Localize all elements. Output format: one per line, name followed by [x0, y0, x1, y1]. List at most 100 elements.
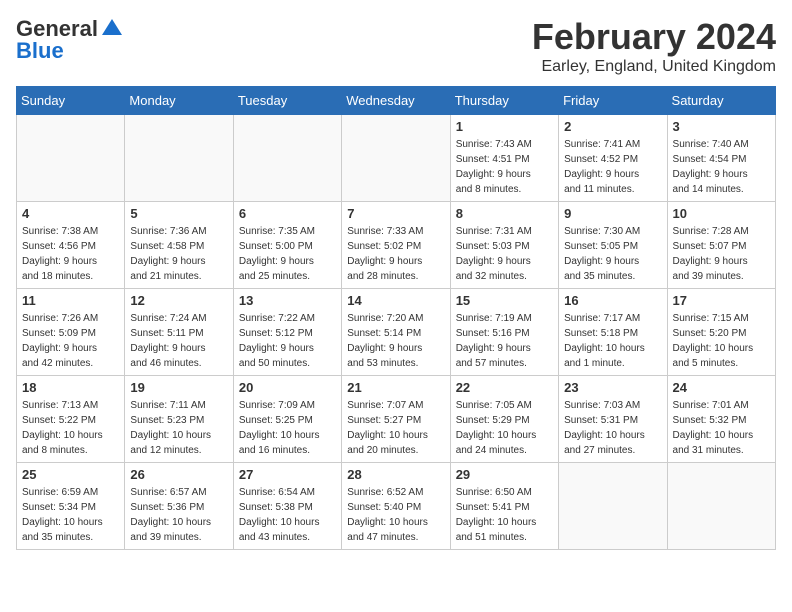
day-number: 19 — [130, 380, 227, 395]
table-row: 10 Sunrise: 7:28 AMSunset: 5:07 PMDayligh… — [667, 202, 775, 289]
day-info: Sunrise: 7:01 AMSunset: 5:32 PMDaylight:… — [673, 398, 770, 458]
day-number: 16 — [564, 293, 661, 308]
month-title: February 2024 — [532, 16, 776, 58]
table-row: 1Sunrise: 7:43 AMSunset: 4:51 PMDaylight… — [450, 115, 558, 202]
col-saturday: Saturday — [667, 87, 775, 115]
table-row: 2 Sunrise: 7:41 AMSunset: 4:52 PMDaylight… — [559, 115, 667, 202]
table-row — [342, 115, 450, 202]
table-row: 20 Sunrise: 7:09 AMSunset: 5:25 PMDayligh… — [233, 376, 341, 463]
table-row: 15 Sunrise: 7:19 AMSunset: 5:16 PMDayligh… — [450, 289, 558, 376]
table-row — [125, 115, 233, 202]
day-number: 7 — [347, 206, 444, 221]
day-info: Sunrise: 7:35 AMSunset: 5:00 PMDaylight:… — [239, 224, 336, 284]
day-number: 24 — [673, 380, 770, 395]
header-row: Sunday Monday Tuesday Wednesday Thursday… — [17, 87, 776, 115]
table-row: 7 Sunrise: 7:33 AMSunset: 5:02 PMDaylight… — [342, 202, 450, 289]
day-info: Sunrise: 7:40 AMSunset: 4:54 PMDaylight:… — [673, 137, 770, 197]
col-thursday: Thursday — [450, 87, 558, 115]
table-row: 22 Sunrise: 7:05 AMSunset: 5:29 PMDayligh… — [450, 376, 558, 463]
col-sunday: Sunday — [17, 87, 125, 115]
day-info: Sunrise: 7:43 AMSunset: 4:51 PMDaylight:… — [456, 137, 553, 197]
table-row: 3 Sunrise: 7:40 AMSunset: 4:54 PMDaylight… — [667, 115, 775, 202]
table-row: 24 Sunrise: 7:01 AMSunset: 5:32 PMDayligh… — [667, 376, 775, 463]
day-info: Sunrise: 7:13 AMSunset: 5:22 PMDaylight:… — [22, 398, 119, 458]
table-row: 19 Sunrise: 7:11 AMSunset: 5:23 PMDayligh… — [125, 376, 233, 463]
location: Earley, England, United Kingdom — [532, 58, 776, 76]
day-number: 13 — [239, 293, 336, 308]
day-number: 8 — [456, 206, 553, 221]
day-info: Sunrise: 7:36 AMSunset: 4:58 PMDaylight:… — [130, 224, 227, 284]
table-row: 9 Sunrise: 7:30 AMSunset: 5:05 PMDaylight… — [559, 202, 667, 289]
day-number: 25 — [22, 467, 119, 482]
table-row: 11 Sunrise: 7:26 AMSunset: 5:09 PMDayligh… — [17, 289, 125, 376]
day-number: 4 — [22, 206, 119, 221]
col-monday: Monday — [125, 87, 233, 115]
day-info: Sunrise: 7:15 AMSunset: 5:20 PMDaylight:… — [673, 311, 770, 371]
table-row: 17 Sunrise: 7:15 AMSunset: 5:20 PMDayligh… — [667, 289, 775, 376]
table-row: 4 Sunrise: 7:38 AMSunset: 4:56 PMDaylight… — [17, 202, 125, 289]
day-info: Sunrise: 6:54 AMSunset: 5:38 PMDaylight:… — [239, 485, 336, 545]
day-number: 26 — [130, 467, 227, 482]
logo: General Blue — [16, 16, 124, 64]
table-row: 12Sunrise: 7:24 AMSunset: 5:11 PMDayligh… — [125, 289, 233, 376]
day-info: Sunrise: 7:28 AMSunset: 5:07 PMDaylight:… — [673, 224, 770, 284]
table-row: 6Sunrise: 7:35 AMSunset: 5:00 PMDaylight… — [233, 202, 341, 289]
table-row: 18 Sunrise: 7:13 AMSunset: 5:22 PMDayligh… — [17, 376, 125, 463]
title-block: February 2024 Earley, England, United Ki… — [532, 16, 776, 76]
logo-icon — [100, 17, 124, 41]
table-row — [559, 463, 667, 550]
table-row: 29 Sunrise: 6:50 AMSunset: 5:41 PMDayligh… — [450, 463, 558, 550]
table-row — [17, 115, 125, 202]
day-number: 17 — [673, 293, 770, 308]
day-info: Sunrise: 7:26 AMSunset: 5:09 PMDaylight:… — [22, 311, 119, 371]
day-info: Sunrise: 7:17 AMSunset: 5:18 PMDaylight:… — [564, 311, 661, 371]
calendar: Sunday Monday Tuesday Wednesday Thursday… — [16, 86, 776, 550]
day-info: Sunrise: 7:38 AMSunset: 4:56 PMDaylight:… — [22, 224, 119, 284]
table-row: 27 Sunrise: 6:54 AMSunset: 5:38 PMDayligh… — [233, 463, 341, 550]
day-number: 28 — [347, 467, 444, 482]
day-info: Sunrise: 7:30 AMSunset: 5:05 PMDaylight:… — [564, 224, 661, 284]
day-info: Sunrise: 7:07 AMSunset: 5:27 PMDaylight:… — [347, 398, 444, 458]
day-number: 5 — [130, 206, 227, 221]
page-header: General Blue February 2024 Earley, Engla… — [16, 16, 776, 76]
day-info: Sunrise: 7:11 AMSunset: 5:23 PMDaylight:… — [130, 398, 227, 458]
day-info: Sunrise: 7:03 AMSunset: 5:31 PMDaylight:… — [564, 398, 661, 458]
day-number: 15 — [456, 293, 553, 308]
day-info: Sunrise: 7:41 AMSunset: 4:52 PMDaylight:… — [564, 137, 661, 197]
day-number: 20 — [239, 380, 336, 395]
day-number: 14 — [347, 293, 444, 308]
day-number: 12 — [130, 293, 227, 308]
day-info: Sunrise: 6:52 AMSunset: 5:40 PMDaylight:… — [347, 485, 444, 545]
day-info: Sunrise: 7:33 AMSunset: 5:02 PMDaylight:… — [347, 224, 444, 284]
logo-blue: Blue — [16, 38, 64, 64]
day-info: Sunrise: 7:05 AMSunset: 5:29 PMDaylight:… — [456, 398, 553, 458]
day-info: Sunrise: 6:50 AMSunset: 5:41 PMDaylight:… — [456, 485, 553, 545]
day-number: 2 — [564, 119, 661, 134]
day-info: Sunrise: 7:31 AMSunset: 5:03 PMDaylight:… — [456, 224, 553, 284]
table-row: 25 Sunrise: 6:59 AMSunset: 5:34 PMDayligh… — [17, 463, 125, 550]
col-tuesday: Tuesday — [233, 87, 341, 115]
table-row: 28 Sunrise: 6:52 AMSunset: 5:40 PMDayligh… — [342, 463, 450, 550]
day-number: 3 — [673, 119, 770, 134]
col-friday: Friday — [559, 87, 667, 115]
day-number: 9 — [564, 206, 661, 221]
table-row — [667, 463, 775, 550]
day-info: Sunrise: 7:09 AMSunset: 5:25 PMDaylight:… — [239, 398, 336, 458]
day-number: 22 — [456, 380, 553, 395]
day-number: 29 — [456, 467, 553, 482]
table-row: 21 Sunrise: 7:07 AMSunset: 5:27 PMDayligh… — [342, 376, 450, 463]
day-info: Sunrise: 7:22 AMSunset: 5:12 PMDaylight:… — [239, 311, 336, 371]
day-info: Sunrise: 7:19 AMSunset: 5:16 PMDaylight:… — [456, 311, 553, 371]
day-info: Sunrise: 6:59 AMSunset: 5:34 PMDaylight:… — [22, 485, 119, 545]
table-row: 14Sunrise: 7:20 AMSunset: 5:14 PMDayligh… — [342, 289, 450, 376]
table-row: 5 Sunrise: 7:36 AMSunset: 4:58 PMDaylight… — [125, 202, 233, 289]
day-number: 27 — [239, 467, 336, 482]
table-row: 13 Sunrise: 7:22 AMSunset: 5:12 PMDayligh… — [233, 289, 341, 376]
day-number: 21 — [347, 380, 444, 395]
table-row: 23 Sunrise: 7:03 AMSunset: 5:31 PMDayligh… — [559, 376, 667, 463]
day-number: 10 — [673, 206, 770, 221]
col-wednesday: Wednesday — [342, 87, 450, 115]
day-number: 18 — [22, 380, 119, 395]
day-number: 11 — [22, 293, 119, 308]
day-number: 23 — [564, 380, 661, 395]
